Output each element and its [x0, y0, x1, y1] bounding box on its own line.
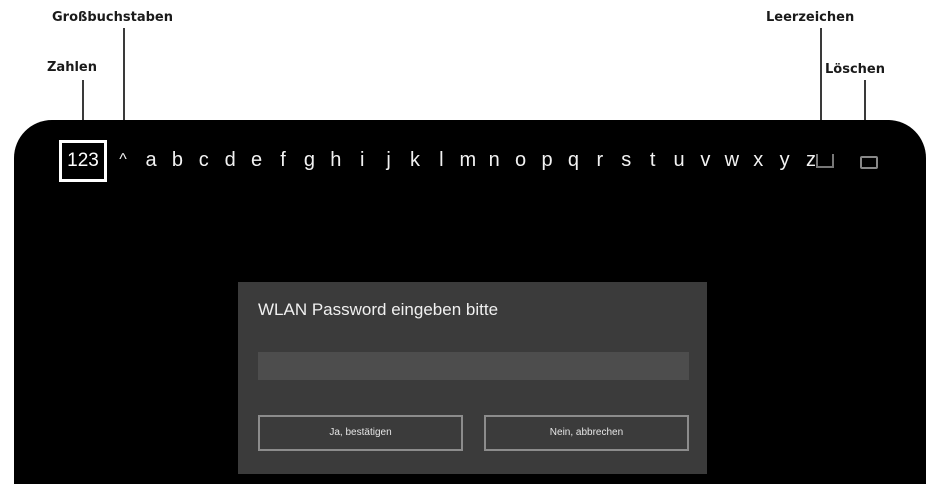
callout-label-zahlen: Zahlen	[47, 60, 97, 75]
key-l[interactable]: l	[431, 140, 451, 180]
key-d[interactable]: d	[220, 140, 240, 180]
key-n[interactable]: n	[484, 140, 504, 180]
key-y[interactable]: y	[775, 140, 795, 180]
numbers-key[interactable]: 123	[59, 140, 107, 182]
backspace-icon[interactable]	[860, 156, 878, 169]
tv-screen: 123 ^ abcdefghijklmnopqrstuvwxyz WLAN Pa…	[14, 120, 926, 484]
key-o[interactable]: o	[511, 140, 531, 180]
cancel-button[interactable]: Nein, abbrechen	[484, 415, 689, 451]
key-b[interactable]: b	[167, 140, 187, 180]
key-f[interactable]: f	[273, 140, 293, 180]
on-screen-keyboard: 123 ^ abcdefghijklmnopqrstuvwxyz	[59, 140, 909, 182]
key-h[interactable]: h	[326, 140, 346, 180]
callout-label-grossbuchstaben: Großbuchstaben	[52, 10, 173, 25]
callout-label-loeschen: Löschen	[825, 62, 885, 77]
dialog-title: WLAN Password eingeben bitte	[258, 300, 499, 319]
key-e[interactable]: e	[247, 140, 267, 180]
wifi-password-dialog: WLAN Password eingeben bitte Ja, bestäti…	[238, 282, 707, 474]
key-p[interactable]: p	[537, 140, 557, 180]
key-u[interactable]: u	[669, 140, 689, 180]
key-z[interactable]: z	[801, 140, 821, 180]
key-q[interactable]: q	[563, 140, 583, 180]
password-input[interactable]	[258, 352, 689, 380]
key-j[interactable]: j	[379, 140, 399, 180]
shift-key[interactable]: ^	[115, 140, 131, 180]
key-k[interactable]: k	[405, 140, 425, 180]
callout-line-grossbuchstaben	[123, 28, 125, 133]
key-w[interactable]: w	[722, 140, 742, 180]
key-a[interactable]: a	[141, 140, 161, 180]
key-r[interactable]: r	[590, 140, 610, 180]
key-c[interactable]: c	[194, 140, 214, 180]
key-m[interactable]: m	[458, 140, 478, 180]
key-g[interactable]: g	[299, 140, 319, 180]
key-s[interactable]: s	[616, 140, 636, 180]
key-x[interactable]: x	[748, 140, 768, 180]
key-v[interactable]: v	[695, 140, 715, 180]
callout-label-leerzeichen: Leerzeichen	[766, 10, 855, 25]
key-i[interactable]: i	[352, 140, 372, 180]
key-t[interactable]: t	[643, 140, 663, 180]
confirm-button[interactable]: Ja, bestätigen	[258, 415, 463, 451]
